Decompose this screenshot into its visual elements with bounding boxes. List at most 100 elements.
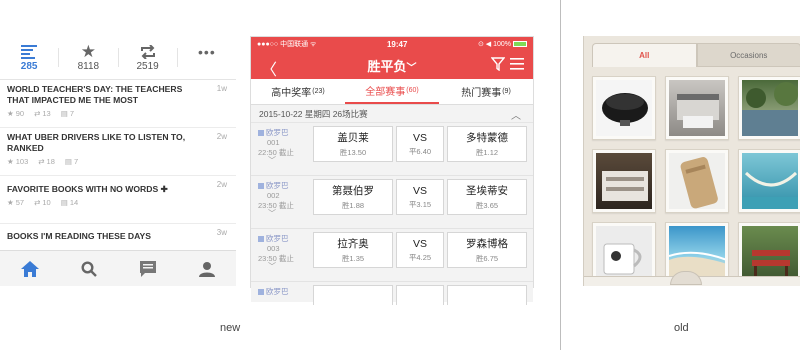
tab-more[interactable]: ••• — [178, 36, 236, 79]
tab-occasions[interactable]: Occasions — [696, 43, 800, 67]
feed-list: WORLD TEACHER'S DAY: THE TEACHERS THAT I… — [0, 80, 236, 250]
tab-count: 285 — [20, 61, 38, 72]
home-win-option[interactable]: 盖贝莱 胜13.50 — [313, 126, 393, 162]
profile-icon[interactable] — [195, 257, 219, 281]
item-age: 3w — [216, 228, 227, 237]
comment-stat: ▤ 14 — [60, 198, 79, 207]
tab-stars[interactable]: ★ 8118 — [59, 36, 117, 79]
battery-icon — [512, 41, 527, 48]
comment-icon: ▤ — [64, 157, 72, 166]
photo-tile[interactable] — [665, 149, 729, 213]
home-win-option[interactable]: 拉齐奥 胜1.35 — [313, 232, 393, 268]
nav-bar: 〈 胜平负﹀ — [251, 51, 533, 79]
comment-icon: ▤ — [60, 198, 68, 207]
status-bar: ●●●○○ 中国联通 ᯤ 19:47 ⊙ ◀ 100% — [251, 37, 533, 51]
caption-new: new — [220, 322, 241, 334]
gallery-app-screen: All Occasions — [583, 36, 800, 286]
league-name: 欧罗巴 — [266, 287, 289, 296]
home-win-option[interactable] — [313, 285, 393, 305]
tab-lists[interactable]: 285 — [0, 36, 58, 79]
star-stat: ★ 103 — [7, 157, 29, 166]
photo-tile[interactable] — [738, 76, 800, 140]
away-win-option[interactable] — [447, 285, 527, 305]
item-age: 2w — [216, 180, 227, 189]
chevron-down-icon: ﹀ — [406, 62, 417, 74]
star-icon: ★ — [7, 198, 14, 207]
comment-icon: ▤ — [60, 109, 68, 118]
filter-icon[interactable] — [490, 57, 506, 74]
comment-stat: ▤ 7 — [60, 109, 74, 118]
list-app-screen: 285 ★ 8118 2519 ••• WORLD TEACHER'S DAY:… — [0, 36, 236, 286]
photo-tile[interactable] — [592, 76, 656, 140]
tab-count: 8118 — [77, 61, 100, 72]
printer-photo — [669, 80, 725, 136]
menu-icon[interactable] — [510, 57, 524, 74]
star-stat: ★ 90 — [7, 109, 25, 118]
photo-tile[interactable] — [738, 149, 800, 213]
draw-option[interactable]: VS 平6.40 — [396, 126, 444, 162]
photo-tile[interactable] — [665, 76, 729, 140]
home-icon[interactable] — [18, 257, 42, 281]
match-info: 欧罗巴 003 23:50 截止 ﹀ — [258, 234, 308, 272]
item-title: WHAT UBER DRIVERS LIKE TO LISTEN TO, RAN… — [7, 132, 186, 153]
away-win-option[interactable]: 多特蒙德 胜1.12 — [447, 126, 527, 162]
page-title[interactable]: 胜平负﹀ — [367, 56, 416, 75]
photo-tile[interactable] — [592, 149, 656, 213]
hammock-photo — [742, 153, 798, 209]
wood-phone-photo — [669, 153, 725, 209]
star-icon: ★ — [7, 157, 14, 166]
repost-stat: ⇄ 13 — [34, 109, 51, 118]
tab-reposts[interactable]: 2519 — [119, 36, 177, 79]
match-row: 欧罗巴 002 23:50 截止 ﹀ 第聂伯罗 胜1.88 VS 平3.15 圣埃蒂… — [251, 176, 533, 229]
more-icon: ••• — [198, 44, 216, 60]
bottom-nav — [0, 250, 236, 286]
draw-option[interactable]: VS 平4.25 — [396, 232, 444, 268]
lottery-app-screen: ●●●○○ 中国联通 ᯤ 19:47 ⊙ ◀ 100% 〈 胜平负﹀ 高中奖率(… — [250, 36, 534, 305]
match-number: 002 — [267, 191, 280, 200]
back-icon[interactable]: 〈 — [261, 56, 277, 80]
item-title: BOOKS I'M READING THESE DAYS — [7, 231, 152, 241]
tab-all[interactable]: All — [592, 43, 697, 67]
photo-grid — [592, 76, 800, 286]
repost-stat: ⇄ 10 — [34, 198, 51, 207]
list-icon — [21, 43, 38, 61]
wok-photo — [596, 80, 652, 136]
match-row: 欧罗巴 003 23:50 截止 ﹀ 拉齐奥 胜1.35 VS 平4.25 罗森博格… — [251, 229, 533, 282]
match-row: 欧罗巴 — [251, 282, 533, 305]
stats-tab-bar: 285 ★ 8118 2519 ••• — [0, 36, 236, 80]
away-win-option[interactable]: 圣埃蒂安 胜3.65 — [447, 179, 527, 215]
tab-hot-matches[interactable]: 热门赛事 (9) — [439, 79, 533, 104]
chat-icon[interactable] — [136, 257, 160, 281]
list-item[interactable]: WHAT UBER DRIVERS LIKE TO LISTEN TO, RAN… — [0, 128, 236, 176]
repost-stat: ⇄ 18 — [38, 157, 55, 166]
home-win-option[interactable]: 第聂伯罗 胜1.88 — [313, 179, 393, 215]
item-title: WORLD TEACHER'S DAY: THE TEACHERS THAT I… — [7, 84, 183, 105]
drawer-photo — [596, 153, 652, 209]
draw-option[interactable]: VS 平3.15 — [396, 179, 444, 215]
repost-icon — [140, 43, 156, 61]
carrier-label: ●●●○○ 中国联通 ᯤ — [257, 41, 317, 48]
bench-photo — [742, 226, 798, 282]
repost-icon: ⇄ — [38, 157, 45, 166]
list-item[interactable]: WORLD TEACHER'S DAY: THE TEACHERS THAT I… — [0, 80, 236, 128]
comment-stat: ▤ 7 — [64, 157, 79, 166]
tab-high-prize[interactable]: 高中奖率 (23) — [251, 79, 345, 104]
clock: 19:47 — [386, 39, 408, 49]
list-item[interactable]: BOOKS I'M READING THESE DAYS 3w — [0, 224, 236, 250]
match-row: 欧罗巴 001 22:50 截止 ﹀ 盖贝莱 胜13.50 VS 平6.40 多特蒙… — [251, 123, 533, 176]
list-item[interactable]: FAVORITE BOOKS WITH NO WORDS ✚ 2w ★ 57 ⇄ 1… — [0, 176, 236, 224]
league-name: 欧罗巴 — [266, 128, 289, 137]
league-name: 欧罗巴 — [266, 234, 289, 243]
item-age: 2w — [216, 132, 227, 141]
repost-icon: ⇄ — [34, 198, 41, 207]
search-icon[interactable] — [77, 257, 101, 281]
draw-option[interactable] — [396, 285, 444, 305]
star-icon: ★ — [80, 42, 96, 61]
tab-all-matches[interactable]: 全部赛事 (60) — [345, 79, 439, 104]
date-header[interactable]: 2015-10-22 星期四 26场比赛 ︿ — [251, 105, 533, 123]
chevron-up-icon[interactable]: ︿ — [511, 107, 521, 122]
league-flag-icon — [258, 130, 264, 136]
away-win-option[interactable]: 罗森博格 胜6.75 — [447, 232, 527, 268]
divider — [560, 0, 561, 350]
item-title: FAVORITE BOOKS WITH NO WORDS ✚ — [7, 184, 168, 194]
